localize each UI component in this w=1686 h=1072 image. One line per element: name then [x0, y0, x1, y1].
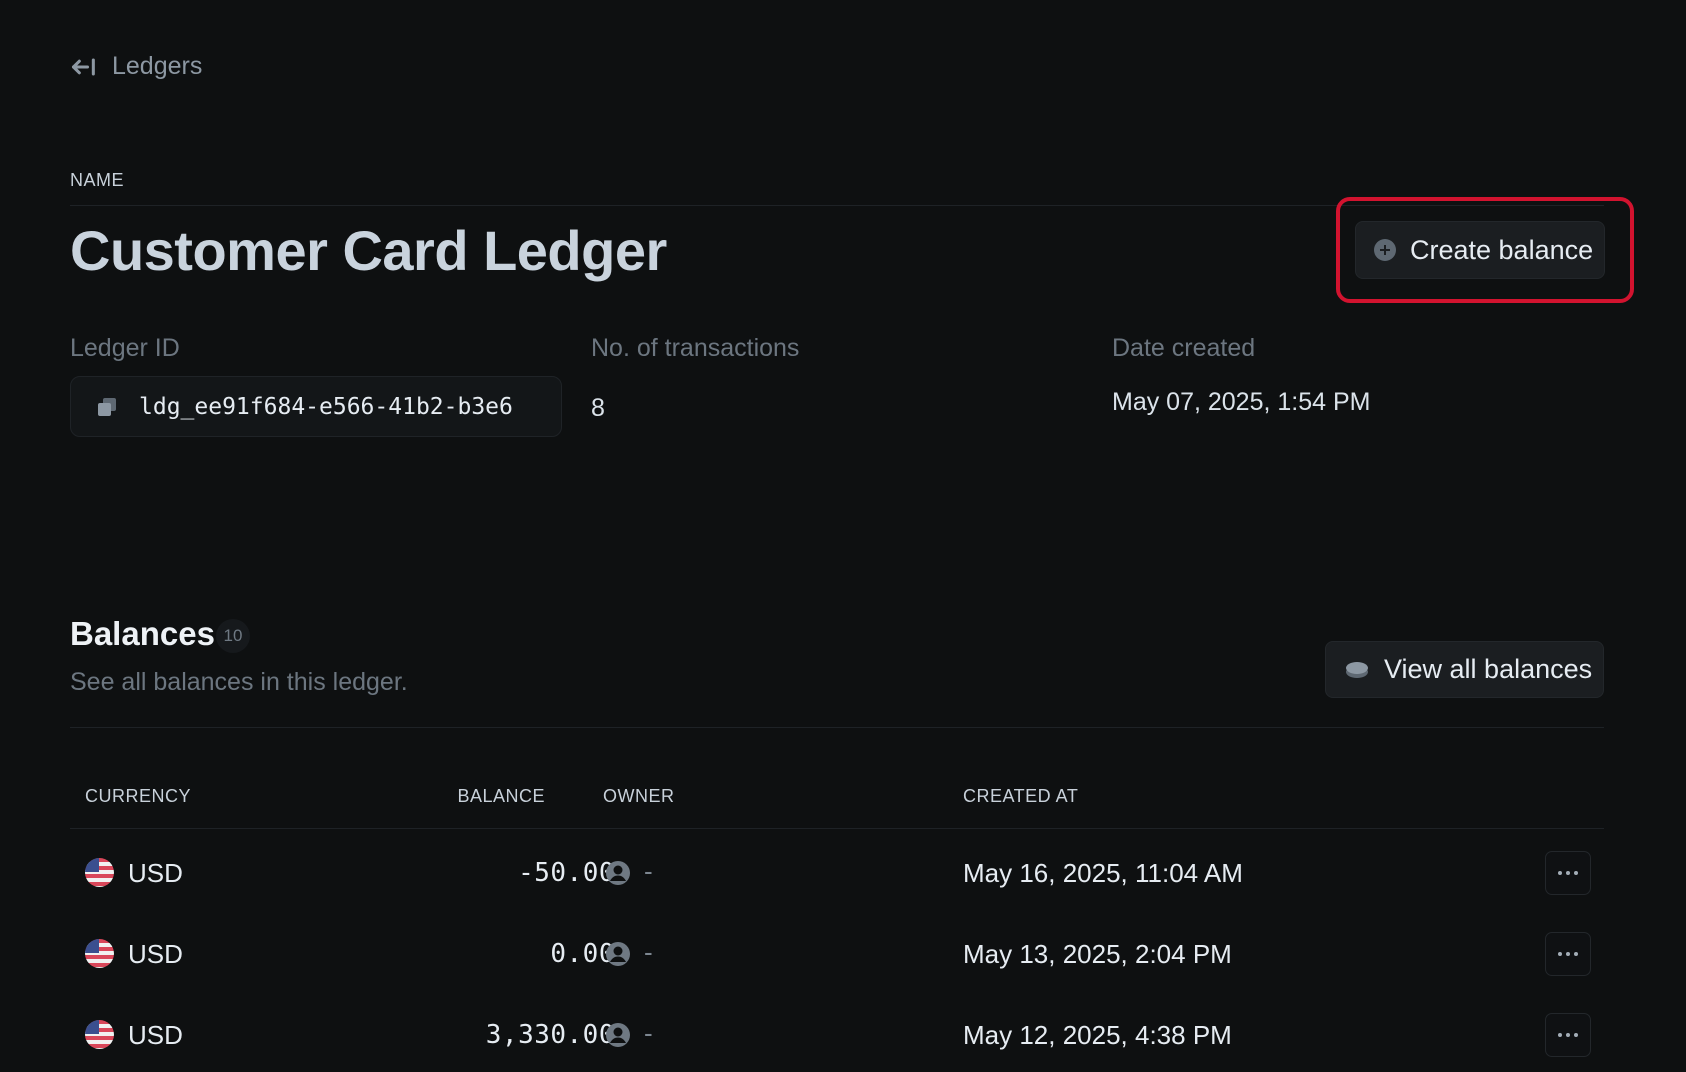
ellipsis-dot — [1574, 871, 1578, 875]
create-balance-button[interactable]: Create balance — [1355, 221, 1605, 279]
back-to-ledgers-link[interactable]: Ledgers — [70, 52, 202, 81]
page-title: Customer Card Ledger — [70, 219, 667, 282]
column-header-balance: BALANCE — [457, 786, 545, 806]
transactions-value: 8 — [591, 394, 605, 422]
date-created-label: Date created — [1112, 334, 1256, 362]
table-row[interactable]: USD 0.00 - May 13, 2025, 2:04 PM — [70, 924, 1604, 984]
currency-cell: USD — [128, 858, 183, 888]
balances-subtitle: See all balances in this ledger. — [70, 668, 408, 696]
column-header-created-at: CREATED AT — [963, 786, 1079, 806]
created-at-cell: May 12, 2025, 4:38 PM — [963, 1020, 1232, 1050]
ellipsis-icon — [1558, 871, 1562, 875]
ledger-id-value: ldg_ee91f684-e566-41b2-b3e6 — [139, 393, 513, 420]
row-actions-button[interactable] — [1545, 932, 1591, 976]
balance-cell: -50.00 — [518, 858, 615, 888]
ellipsis-dot — [1566, 1033, 1570, 1037]
ellipsis-dot — [1574, 1033, 1578, 1037]
ellipsis-icon — [1558, 1033, 1562, 1037]
ellipsis-icon — [1558, 952, 1562, 956]
row-actions-button[interactable] — [1545, 851, 1591, 895]
balances-count-badge: 10 — [216, 619, 250, 653]
ellipsis-dot — [1574, 952, 1578, 956]
ellipsis-dot — [1566, 952, 1570, 956]
column-header-currency: CURRENCY — [85, 786, 192, 806]
view-all-balances-label: View all balances — [1384, 654, 1593, 684]
created-at-cell: May 16, 2025, 11:04 AM — [963, 858, 1243, 888]
table-row[interactable]: USD -50.00 - May 16, 2025, 11:04 AM — [70, 843, 1604, 903]
user-circle-icon — [606, 942, 630, 966]
plus-circle-icon — [1374, 239, 1396, 261]
back-link-label: Ledgers — [112, 52, 203, 80]
currency-cell: USD — [128, 939, 183, 969]
create-balance-label: Create balance — [1410, 234, 1594, 265]
ellipsis-dot — [1566, 871, 1570, 875]
coins-icon — [1346, 661, 1368, 678]
name-label: NAME — [70, 170, 125, 190]
arrow-left-to-line-icon — [71, 57, 95, 76]
owner-cell: - — [644, 1018, 653, 1048]
balance-cell: 3,330.00 — [485, 1020, 615, 1050]
created-at-cell: May 13, 2025, 2:04 PM — [963, 939, 1232, 969]
ledger-id-label: Ledger ID — [70, 334, 180, 362]
us-flag-icon — [85, 939, 114, 968]
ledger-detail-page: Ledgers NAME Customer Card Ledger Create… — [0, 0, 1686, 1072]
table-row[interactable]: USD 3,330.00 - May 12, 2025, 4:38 PM — [70, 1005, 1604, 1065]
table-header-divider — [70, 828, 1604, 829]
us-flag-icon — [85, 1020, 114, 1049]
row-actions-button[interactable] — [1545, 1013, 1591, 1057]
currency-cell: USD — [128, 1020, 183, 1050]
section-divider — [70, 727, 1604, 728]
date-created-value: May 07, 2025, 1:54 PM — [1112, 388, 1371, 416]
owner-cell: - — [644, 937, 653, 967]
column-header-owner: OWNER — [603, 786, 675, 806]
balances-title: Balances — [70, 615, 215, 652]
us-flag-icon — [85, 858, 114, 887]
ledger-id-copy-field[interactable]: ldg_ee91f684-e566-41b2-b3e6 — [70, 376, 562, 437]
user-circle-icon — [606, 861, 630, 885]
transactions-label: No. of transactions — [591, 334, 800, 362]
user-circle-icon — [606, 1023, 630, 1047]
view-all-balances-button[interactable]: View all balances — [1325, 641, 1604, 698]
owner-cell: - — [644, 856, 653, 886]
copy-icon — [98, 397, 116, 416]
